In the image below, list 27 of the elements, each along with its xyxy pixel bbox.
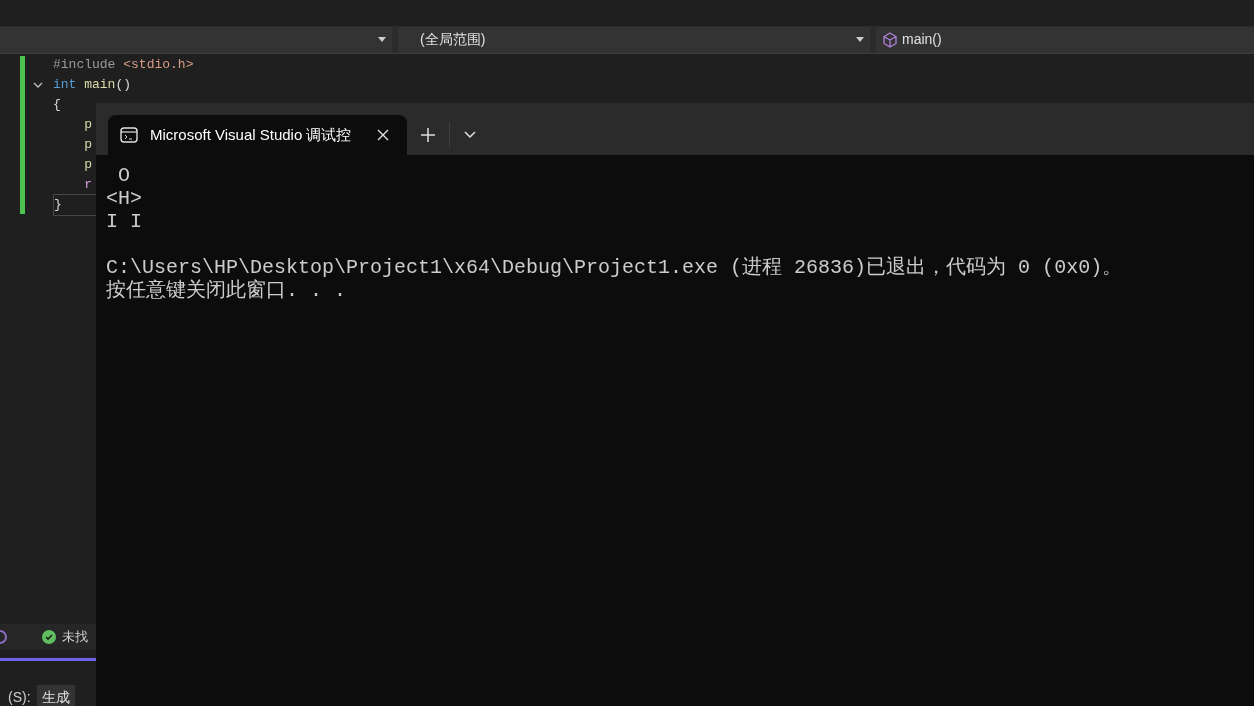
console-output-line: O [117,164,130,187]
code-line: p [83,136,92,154]
code-line: p [83,156,92,174]
terminal-tab[interactable]: Microsoft Visual Studio 调试控 [108,115,407,155]
code-line: #include <stdio.h> [53,56,194,74]
console-output-line: <H> [106,187,142,210]
console-output-line: C:\Users\HP\Desktop\Project1\x64\Debug\Project1.exe (进程 26836)已退出，代码为 0 (0x0)。 [106,256,1123,279]
scope-dropdown[interactable]: (全局范围) [398,26,870,53]
collapse-chevron-icon[interactable] [33,82,43,88]
dropdown-arrow-icon [378,37,386,42]
console-output-line: I I [106,210,142,233]
status-message: 未找 [62,628,88,647]
check-circle-icon [42,630,56,644]
new-tab-icon[interactable] [421,128,435,142]
cube-icon [882,31,898,48]
code-line: { [53,96,61,114]
member-dropdown[interactable]: main() [876,26,1254,53]
code-line: int main() [53,76,132,94]
console-icon [120,127,138,143]
output-source-label: (S): [8,687,31,706]
close-icon[interactable] [377,129,389,141]
dropdown-arrow-icon [856,37,864,42]
code-line: r [83,176,92,194]
dropdown-chevron-icon[interactable] [464,131,476,139]
console-output-line: 按任意键关闭此窗口. . . [106,279,346,302]
output-source-dropdown[interactable]: 生成 [36,685,75,706]
code-line: p [83,116,92,134]
